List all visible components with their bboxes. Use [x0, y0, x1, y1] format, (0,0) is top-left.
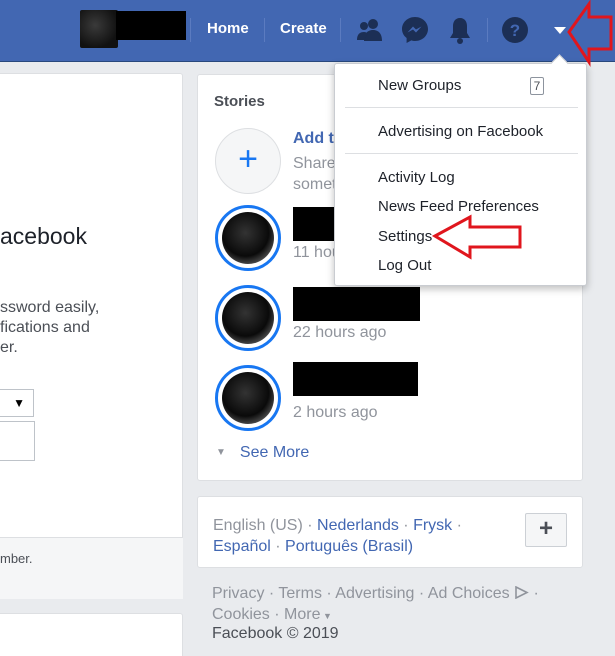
footer-link-terms[interactable]: Terms — [278, 585, 322, 602]
menu-divider — [345, 153, 578, 154]
svg-text:?: ? — [510, 21, 520, 40]
dropdown-caret-icon: ▼ — [13, 396, 25, 410]
redacted-story-name[interactable] — [293, 287, 420, 321]
language-option[interactable]: Nederlands — [317, 517, 399, 534]
footer-links: Privacy · Terms · Advertising · Ad Choic… — [212, 585, 539, 623]
friend-requests-icon[interactable] — [354, 14, 386, 46]
menu-item-new-groups[interactable]: New Groups — [378, 77, 461, 94]
redacted-story-name[interactable] — [293, 207, 335, 241]
left-desc-line: er. — [0, 339, 18, 356]
top-navigation-bar: Home Create ? — [0, 0, 615, 67]
left-desc-line: ssword easily, — [0, 299, 100, 316]
footer-link-more[interactable]: More — [284, 606, 320, 623]
notifications-icon[interactable] — [444, 14, 476, 46]
story-avatar[interactable] — [215, 205, 281, 271]
left-footer-text: mber. — [0, 551, 33, 566]
messenger-icon[interactable] — [399, 14, 431, 46]
copyright-text: Facebook © 2019 — [212, 625, 339, 642]
left-text-input[interactable] — [0, 421, 35, 461]
new-groups-count-badge: 7 — [530, 77, 544, 95]
story-thumbnail — [222, 292, 274, 344]
left-card-heading: acebook — [0, 223, 87, 249]
add-story-button[interactable]: + — [215, 128, 281, 194]
redacted-story-name[interactable] — [293, 362, 418, 396]
footer-link-cookies[interactable]: Cookies — [212, 606, 270, 623]
home-link[interactable]: Home — [207, 20, 249, 37]
footer-link-advertising[interactable]: Advertising — [335, 585, 414, 602]
more-caret-icon: ▼ — [320, 611, 332, 621]
menu-divider — [345, 107, 578, 108]
profile-avatar[interactable] — [80, 10, 118, 48]
story-avatar[interactable] — [215, 285, 281, 351]
add-story-title[interactable]: Add t — [293, 130, 334, 148]
menu-item-settings[interactable]: Settings — [378, 228, 432, 245]
menu-item-log-out[interactable]: Log Out — [378, 257, 431, 274]
nav-divider — [264, 18, 265, 42]
see-more-label: See More — [239, 444, 310, 461]
current-language: English (US) — [213, 517, 303, 534]
left-select-dropdown[interactable]: ▼ — [0, 389, 34, 417]
stories-title: Stories — [214, 93, 265, 110]
create-link[interactable]: Create — [280, 20, 327, 37]
left-secondary-card — [0, 613, 183, 656]
nav-divider — [340, 18, 341, 42]
plus-icon: + — [238, 140, 258, 178]
ad-choices-icon — [515, 585, 529, 600]
left-card-description: ssword easily, fications and er. — [0, 298, 120, 358]
add-language-button[interactable]: + — [525, 513, 567, 547]
see-more-link[interactable]: ▼ See More — [216, 444, 309, 462]
menu-item-activity-log[interactable]: Activity Log — [378, 169, 455, 186]
language-list: English (US) · Nederlands · Frysk · Espa… — [213, 517, 462, 555]
left-desc-line: fications and — [0, 319, 90, 336]
language-selector-card: English (US) · Nederlands · Frysk · Espa… — [197, 496, 583, 568]
language-option[interactable]: Español — [213, 538, 271, 555]
story-thumbnail — [222, 212, 274, 264]
left-card-footer: mber. — [0, 537, 183, 599]
menu-item-news-feed-preferences[interactable]: News Feed Preferences — [378, 198, 539, 215]
language-option[interactable]: Frysk — [413, 517, 452, 534]
redacted-profile-name[interactable] — [116, 11, 186, 40]
annotation-arrow-icon — [567, 0, 613, 67]
story-timestamp: 2 hours ago — [293, 404, 378, 421]
story-thumbnail — [222, 372, 274, 424]
chevron-down-icon: ▼ — [216, 447, 226, 458]
story-timestamp: 22 hours ago — [293, 324, 387, 341]
story-avatar[interactable] — [215, 365, 281, 431]
help-icon[interactable]: ? — [499, 14, 531, 46]
annotation-arrow-icon — [432, 214, 522, 260]
menu-item-advertising[interactable]: Advertising on Facebook — [378, 123, 543, 140]
footer-link-ad-choices[interactable]: Ad Choices — [428, 585, 510, 602]
language-option[interactable]: Português (Brasil) — [285, 538, 413, 555]
nav-divider — [487, 18, 488, 42]
nav-divider — [190, 18, 191, 42]
footer-link-privacy[interactable]: Privacy — [212, 585, 264, 602]
